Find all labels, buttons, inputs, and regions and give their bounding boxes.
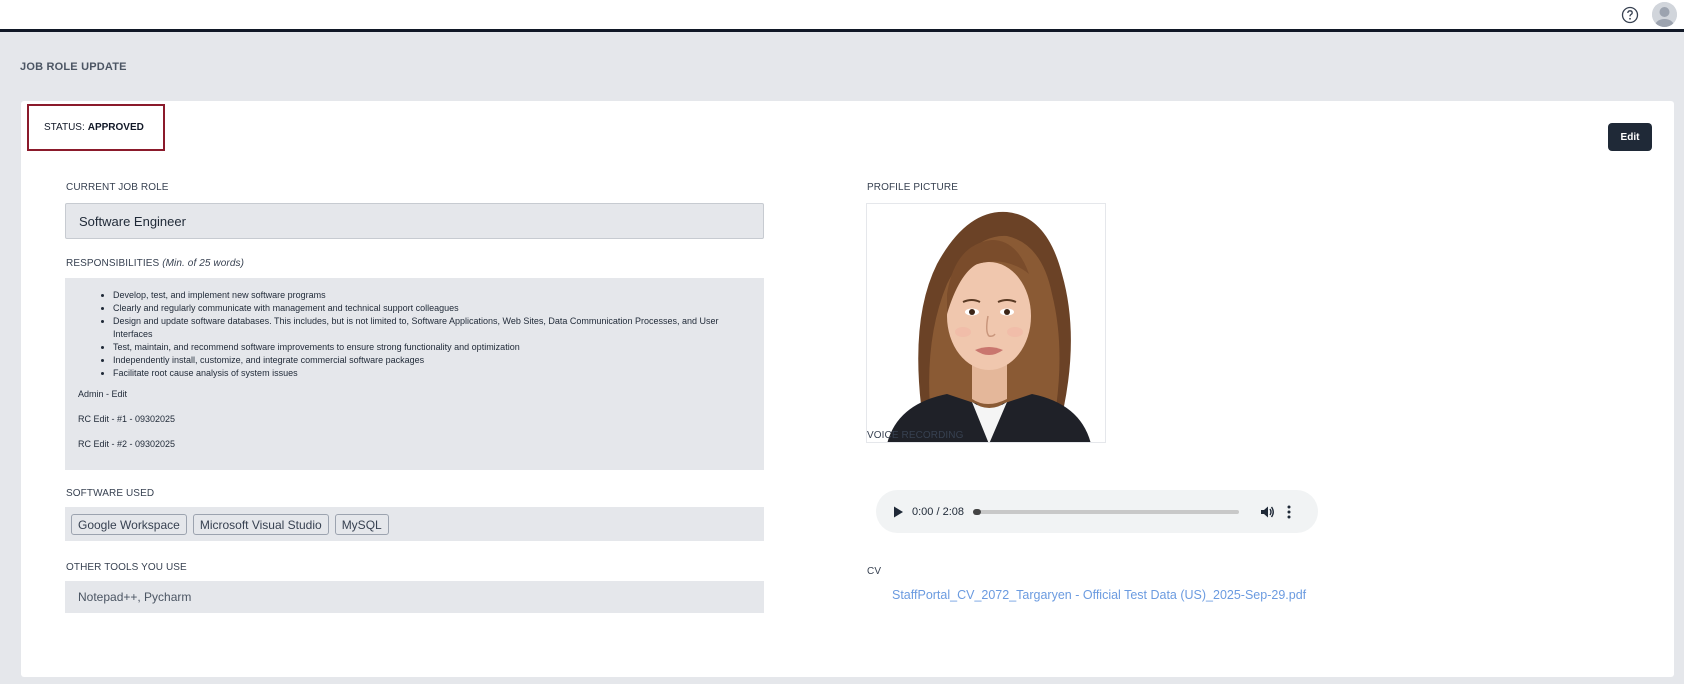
list-item: Facilitate root cause analysis of system… xyxy=(113,367,751,380)
list-item: Design and update software databases. Th… xyxy=(113,315,751,341)
list-item: Develop, test, and implement new softwar… xyxy=(113,289,751,302)
responsibilities-note: Admin - Edit xyxy=(78,389,128,399)
question-circle-icon[interactable] xyxy=(1621,6,1639,24)
profile-picture-label: PROFILE PICTURE xyxy=(867,182,958,193)
voice-recording-label: VOICE RECORDING xyxy=(867,430,964,441)
other-tools-value: Notepad++, Pycharm xyxy=(78,590,192,604)
status-badge: STATUS: APPROVED xyxy=(27,104,165,151)
software-chip: Google Workspace xyxy=(71,514,187,535)
software-used-field: Google Workspace Microsoft Visual Studio… xyxy=(65,507,764,541)
responsibilities-note: RC Edit - #1 - 09302025 xyxy=(78,414,176,424)
more-options-icon[interactable] xyxy=(1283,504,1295,520)
status-value: APPROVED xyxy=(87,122,144,133)
responsibilities-label: RESPONSIBILITIES (Min. of 25 words) xyxy=(66,258,245,269)
other-tools-field: Notepad++, Pycharm xyxy=(65,581,764,613)
list-item: Clearly and regularly communicate with m… xyxy=(113,302,751,315)
responsibilities-hint: (Min. of 25 words) xyxy=(162,258,245,269)
page-title: JOB ROLE UPDATE xyxy=(20,61,127,73)
profile-photo xyxy=(866,203,1106,443)
other-tools-label: OTHER TOOLS YOU USE xyxy=(66,562,187,573)
user-avatar-icon[interactable] xyxy=(1652,2,1677,27)
top-bar xyxy=(0,0,1684,32)
software-chip: Microsoft Visual Studio xyxy=(192,514,329,535)
current-job-role-field: Software Engineer xyxy=(65,203,764,239)
software-chip: MySQL xyxy=(334,514,389,535)
list-item: Independently install, customize, and in… xyxy=(113,354,751,367)
audio-seek-thumb[interactable] xyxy=(973,508,981,515)
audio-seek-bar[interactable] xyxy=(973,508,1239,515)
current-job-role-value: Software Engineer xyxy=(79,213,186,229)
cv-file-link[interactable]: StaffPortal_CV_2072_Targaryen - Official… xyxy=(892,588,1306,602)
audio-time: 0:00 / 2:08 xyxy=(912,505,964,518)
status-label: STATUS: xyxy=(44,122,85,133)
play-icon[interactable] xyxy=(891,505,905,519)
responsibilities-note: RC Edit - #2 - 09302025 xyxy=(78,439,176,449)
responsibilities-field: Develop, test, and implement new softwar… xyxy=(65,278,764,470)
cv-label: CV xyxy=(867,566,882,577)
responsibilities-list: Develop, test, and implement new softwar… xyxy=(78,289,751,380)
current-job-role-label: CURRENT JOB ROLE xyxy=(66,182,169,193)
edit-button[interactable]: Edit xyxy=(1608,123,1652,151)
profile-portrait-image xyxy=(867,204,1105,442)
audio-player: 0:00 / 2:08 xyxy=(876,490,1318,533)
list-item: Test, maintain, and recommend software i… xyxy=(113,341,751,354)
job-role-card: STATUS: APPROVED Edit CURRENT JOB ROLE S… xyxy=(21,101,1674,677)
software-used-label: SOFTWARE USED xyxy=(66,488,155,499)
volume-icon[interactable] xyxy=(1259,504,1275,520)
